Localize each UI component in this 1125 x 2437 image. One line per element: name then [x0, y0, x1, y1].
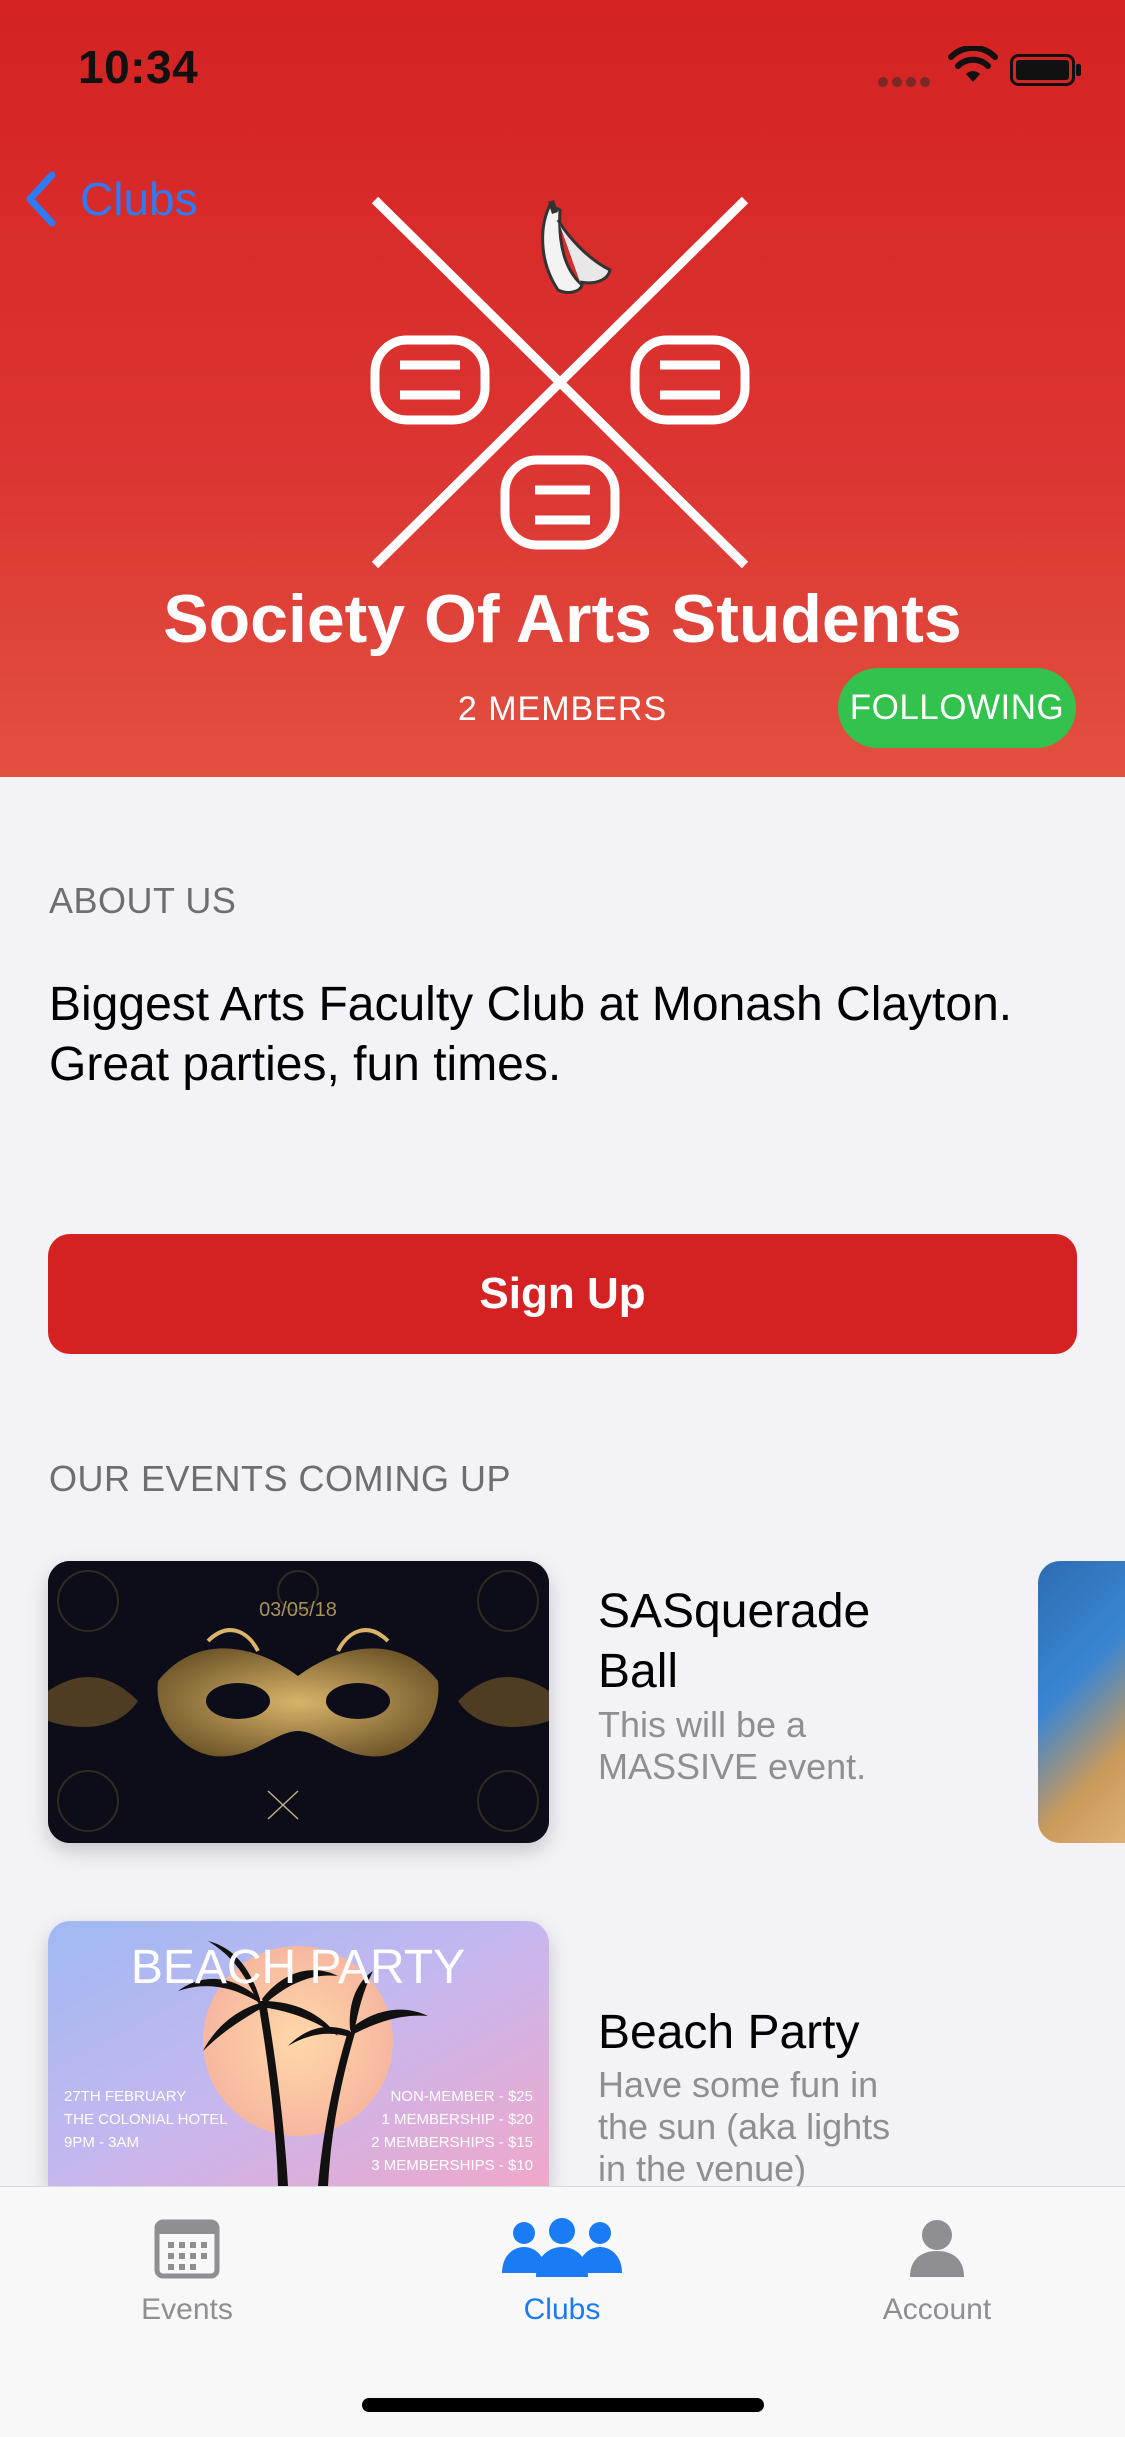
tab-events[interactable]: Events	[62, 2217, 312, 2327]
chevron-left-icon	[26, 171, 56, 227]
poster-price-line: 1 MEMBERSHIP - $20	[382, 2111, 533, 2128]
sign-up-button[interactable]: Sign Up	[48, 1234, 1077, 1354]
home-indicator	[362, 2398, 764, 2412]
cellular-signal-icon	[878, 74, 938, 87]
back-label: Clubs	[80, 173, 198, 225]
poster-info-line: 9PM - 3AM	[64, 2134, 139, 2151]
about-text: Biggest Arts Faculty Club at Monash Clay…	[49, 978, 1013, 1091]
event-title[interactable]: SASquerade Ball	[598, 1582, 898, 1702]
calendar-icon	[154, 2219, 220, 2279]
event-description: This will be a MASSIVE event.	[598, 1704, 867, 1787]
masquerade-mask-image: 03/05/18	[48, 1561, 549, 1843]
person-icon	[910, 2220, 964, 2277]
tab-label: Account	[882, 2293, 992, 2326]
beach-party-image: BEACH PARTY 27TH FEBRUARY THE COLONIAL H…	[48, 1921, 549, 2186]
tab-account[interactable]: Account	[812, 2217, 1062, 2327]
poster-info-line: 27TH FEBRUARY	[64, 2088, 186, 2105]
events-heading: OUR EVENTS COMING UP	[49, 1458, 512, 1499]
event-poster-peek[interactable]	[1038, 1561, 1125, 1843]
about-heading: ABOUT US	[49, 880, 237, 921]
following-button[interactable]: FOLLOWING	[838, 668, 1076, 748]
tab-label: Events	[141, 2293, 233, 2326]
club-header: 10:34 Clubs Society Of Arts Students 2 M…	[0, 0, 1125, 777]
tab-clubs[interactable]: Clubs	[437, 2217, 687, 2327]
poster-price-line: 2 MEMBERSHIPS - $15	[371, 2134, 533, 2151]
wifi-icon	[948, 46, 998, 82]
club-title: Society Of Arts Students	[163, 581, 962, 657]
poster-info-line: THE COLONIAL HOTEL	[64, 2111, 228, 2128]
event-description: Have some fun in the sun (aka lights in …	[598, 2064, 891, 2186]
poster-price-line: NON-MEMBER - $25	[390, 2088, 533, 2105]
back-button[interactable]: Clubs	[22, 164, 198, 234]
poster-price-line: 3 MEMBERSHIPS - $10	[371, 2157, 533, 2174]
poster-date: 03/05/18	[259, 1599, 337, 1621]
event-poster-beach-party[interactable]: BEACH PARTY 27TH FEBRUARY THE COLONIAL H…	[48, 1921, 549, 2186]
poster-title: BEACH PARTY	[131, 1941, 465, 1994]
people-icon	[502, 2218, 622, 2277]
tab-label: Clubs	[523, 2293, 601, 2326]
event-poster-sasquerade[interactable]: 03/05/18	[48, 1561, 549, 1843]
event-title[interactable]: Beach Party	[598, 2003, 898, 2063]
status-time: 10:34	[78, 41, 199, 93]
battery-icon	[1010, 54, 1081, 86]
club-logo	[370, 196, 750, 569]
